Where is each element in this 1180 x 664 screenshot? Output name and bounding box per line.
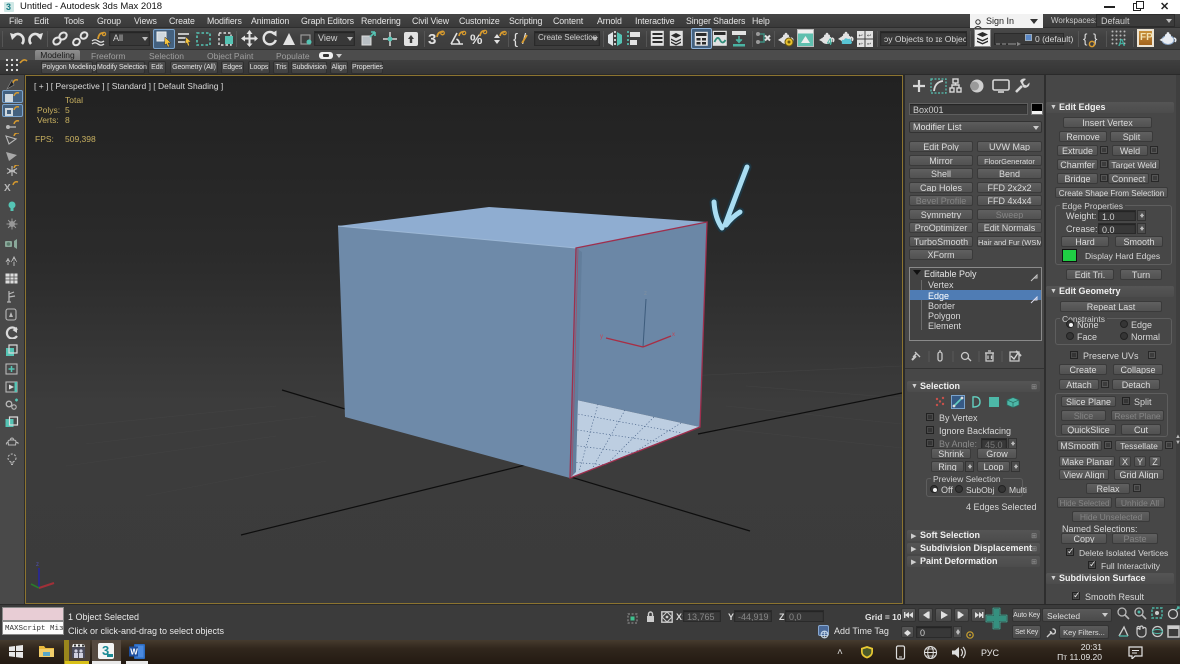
svg-text:y: y — [600, 334, 603, 340]
svg-text:↩: ↩ — [859, 42, 863, 48]
svg-text:↩: ↩ — [867, 42, 871, 48]
svg-text:↩: ↩ — [867, 33, 871, 39]
svg-text:A: A — [1118, 38, 1125, 48]
svg-text:Verts:: Verts: — [37, 115, 59, 125]
svg-text:8: 8 — [65, 115, 70, 125]
svg-text:z: z — [36, 562, 39, 568]
svg-text:{: { — [1083, 31, 1088, 46]
svg-text:3: 3 — [428, 31, 436, 48]
svg-text:[ + ] [ Perspective ] [ Standa: [ + ] [ Perspective ] [ Standard ] [ Def… — [34, 81, 223, 91]
svg-text:Total: Total — [65, 95, 83, 105]
svg-text:5: 5 — [65, 105, 70, 115]
svg-text:FPS:: FPS: — [35, 134, 54, 144]
svg-text:X: X — [4, 183, 11, 194]
svg-text:W: W — [130, 648, 138, 657]
svg-text:x: x — [672, 332, 675, 338]
svg-text:↩: ↩ — [859, 33, 863, 39]
svg-text:Polys:: Polys: — [37, 105, 60, 115]
svg-text:}: } — [1093, 31, 1098, 46]
svg-text:4: 4 — [827, 37, 832, 47]
svg-text:509,398: 509,398 — [65, 134, 96, 144]
svg-text:z: z — [644, 291, 647, 297]
svg-text:{: { — [513, 31, 518, 48]
